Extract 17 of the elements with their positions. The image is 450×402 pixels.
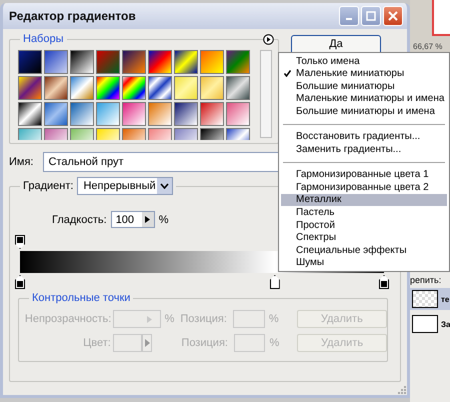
color-label: Цвет: <box>82 337 112 349</box>
opacity-label: Непрозрачность: <box>24 313 112 325</box>
zoom-label: 66,67 % <box>413 42 444 51</box>
position-label: Позиция: <box>181 337 229 349</box>
panel-legend: Контрольные точки <box>29 292 134 304</box>
panel-legend: Наборы <box>20 33 67 45</box>
percent-label: % <box>164 313 176 325</box>
percent-label: % <box>268 337 280 349</box>
percent-label: % <box>268 313 280 325</box>
lock-label: репить: <box>410 275 442 285</box>
percent-label: % <box>158 214 168 226</box>
gradient-type-label: Градиент: <box>23 180 74 192</box>
layer-name: те <box>441 294 450 304</box>
name-label: Имя: <box>9 156 34 168</box>
smoothness-label: Гладкость: <box>52 214 107 226</box>
window-title: Редактор градиентов <box>9 9 136 23</box>
position-label: Позиция: <box>180 313 228 325</box>
